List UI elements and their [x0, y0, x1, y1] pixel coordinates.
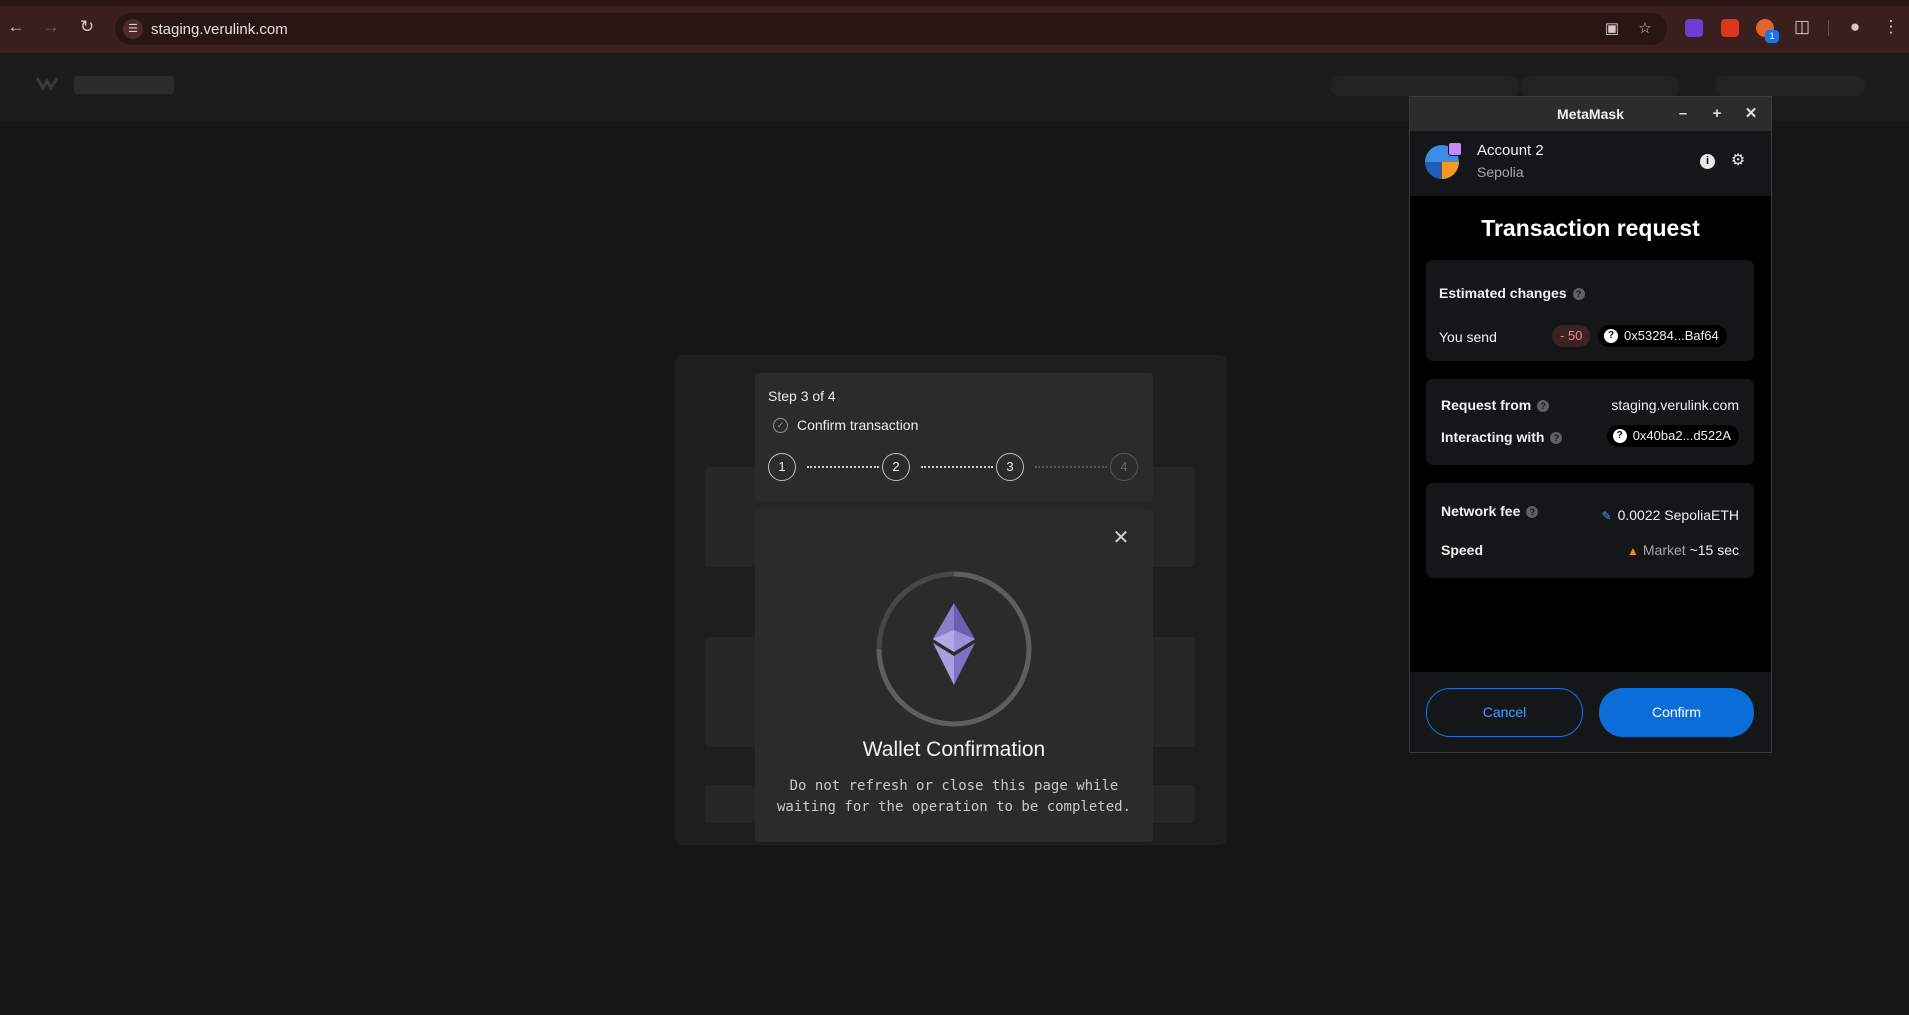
url-text[interactable]: staging.verulink.com [151, 21, 288, 38]
estimated-changes-label: Estimated changes [1439, 285, 1567, 301]
interacting-with-label: Interacting with [1441, 429, 1545, 445]
transaction-request-heading: Transaction request [1481, 215, 1700, 241]
wallet-confirmation-modal: ✕ Wallet Confirmation Do not refresh or … [755, 510, 1153, 842]
speed-value-row: ▲ Market ~15 sec [1627, 542, 1739, 558]
step-title: Step 3 of 4 [768, 388, 836, 404]
request-from-label: Request from [1441, 397, 1532, 413]
extension-badge: 1 [1765, 30, 1779, 43]
network-fee-value: 0.0022 SepoliaETH [1617, 507, 1739, 523]
question-icon[interactable]: ? [1572, 288, 1585, 300]
request-info-card: Request from? staging.verulink.com Inter… [1426, 379, 1754, 465]
cancel-button[interactable]: Cancel [1426, 688, 1583, 737]
token-address: 0x53284...Baf64 [1624, 328, 1719, 343]
token-address-pill[interactable]: ? 0x53284...Baf64 [1598, 325, 1727, 347]
bookmark-star-icon[interactable]: ☆ [1635, 19, 1655, 39]
browser-toolbar: ← → ↻ ☰ staging.verulink.com ▣ ☆ 1 ◫ ● ⋮ [0, 0, 1909, 53]
question-icon[interactable]: ? [1526, 506, 1539, 518]
unknown-token-icon: ? [1604, 329, 1618, 343]
minimize-icon[interactable]: – [1673, 104, 1693, 124]
header-nav-item [1330, 76, 1520, 96]
question-icon[interactable]: ? [1537, 400, 1550, 412]
step-connector [921, 466, 993, 468]
confirm-button[interactable]: Confirm [1599, 688, 1754, 737]
step-indicator-4: 4 [1110, 453, 1138, 481]
close-icon[interactable]: ✕ [1110, 527, 1132, 549]
app-logo-wordmark [74, 76, 174, 94]
network-fee-label: Network fee [1441, 503, 1521, 519]
fox-icon: ▲ [1626, 544, 1639, 558]
header-nav-item [1715, 76, 1865, 96]
speed-label: Speed [1441, 542, 1484, 558]
contract-address-pill[interactable]: ? 0x40ba2...d522A [1606, 425, 1739, 447]
reload-icon[interactable]: ↻ [76, 16, 98, 38]
request-from-row: Request from? [1441, 397, 1550, 413]
check-circle-icon: ✓ [773, 418, 788, 433]
wallet-confirmation-description: Do not refresh or close this page while … [776, 778, 1131, 815]
site-info-icon[interactable]: ☰ [123, 19, 143, 39]
toolbar-divider [1828, 20, 1829, 36]
step-indicator-3: 3 [996, 453, 1024, 481]
step-subtitle: Confirm transaction [797, 417, 919, 433]
metamask-footer: Cancel Confirm [1410, 672, 1771, 752]
info-icon[interactable]: i [1700, 154, 1715, 169]
back-arrow-icon[interactable]: ← [5, 16, 27, 38]
ethereum-icon [933, 603, 975, 685]
wallet-confirmation-title: Wallet Confirmation [862, 738, 1046, 761]
kebab-menu-icon[interactable]: ⋮ [1880, 16, 1902, 38]
interacting-with-row: Interacting with? [1441, 429, 1563, 445]
extension-icon-red[interactable] [1721, 19, 1739, 37]
forward-arrow-icon[interactable]: → [40, 16, 62, 38]
metamask-popup-window: MetaMask – + ✕ Account 2 Sepolia i ⚙ Tra… [1409, 96, 1772, 753]
question-icon[interactable]: ? [1550, 432, 1563, 444]
speed-market: Market [1642, 542, 1686, 558]
window-close-icon[interactable]: ✕ [1741, 104, 1761, 124]
extension-icon-purple[interactable] [1685, 19, 1703, 37]
network-fee-value-row[interactable]: ✎ 0.0022 SepoliaETH [1602, 507, 1739, 523]
settings-sliders-icon[interactable]: ⚙ [1728, 151, 1748, 171]
network-fee-row: Network fee? [1441, 503, 1539, 519]
step-connector [1035, 466, 1107, 468]
contract-address: 0x40ba2...d522A [1632, 428, 1731, 443]
step-connector [807, 466, 879, 468]
tab-strip [0, 0, 1909, 6]
account-name[interactable]: Account 2 [1477, 142, 1544, 159]
loading-spinner [876, 571, 1032, 727]
step-indicator-1: 1 [768, 453, 796, 481]
estimated-changes-card: Estimated changes? You send - 50 ? 0x5328… [1426, 260, 1754, 361]
extensions-puzzle-icon[interactable]: ◫ [1791, 16, 1813, 38]
edit-pencil-icon[interactable]: ✎ [1602, 509, 1612, 523]
send-amount-pill: - 50 [1552, 325, 1591, 347]
step-progress-panel: Step 3 of 4 ✓ Confirm transaction 1 2 3 … [755, 373, 1153, 501]
address-bar[interactable]: ☰ staging.verulink.com ▣ ☆ [115, 13, 1667, 45]
maximize-icon[interactable]: + [1707, 104, 1727, 124]
account-network: Sepolia [1477, 164, 1524, 180]
network-badge [1448, 142, 1462, 156]
speed-time: ~15 sec [1689, 542, 1739, 558]
estimated-changes-row: Estimated changes? [1439, 285, 1585, 301]
step-indicator-2: 2 [882, 453, 910, 481]
account-header: Account 2 Sepolia i ⚙ [1410, 131, 1771, 196]
header-nav-item [1520, 76, 1680, 96]
network-fee-card: Network fee? ✎ 0.0022 SepoliaETH Speed ▲ M… [1426, 483, 1754, 578]
app-logo-icon [36, 77, 58, 91]
unknown-contract-icon: ? [1612, 429, 1627, 443]
request-from-value: staging.verulink.com [1611, 397, 1739, 413]
install-app-icon[interactable]: ▣ [1602, 19, 1622, 39]
profile-icon[interactable]: ● [1844, 16, 1866, 38]
metamask-titlebar: MetaMask – + ✕ [1410, 97, 1771, 131]
you-send-label: You send [1439, 329, 1497, 345]
